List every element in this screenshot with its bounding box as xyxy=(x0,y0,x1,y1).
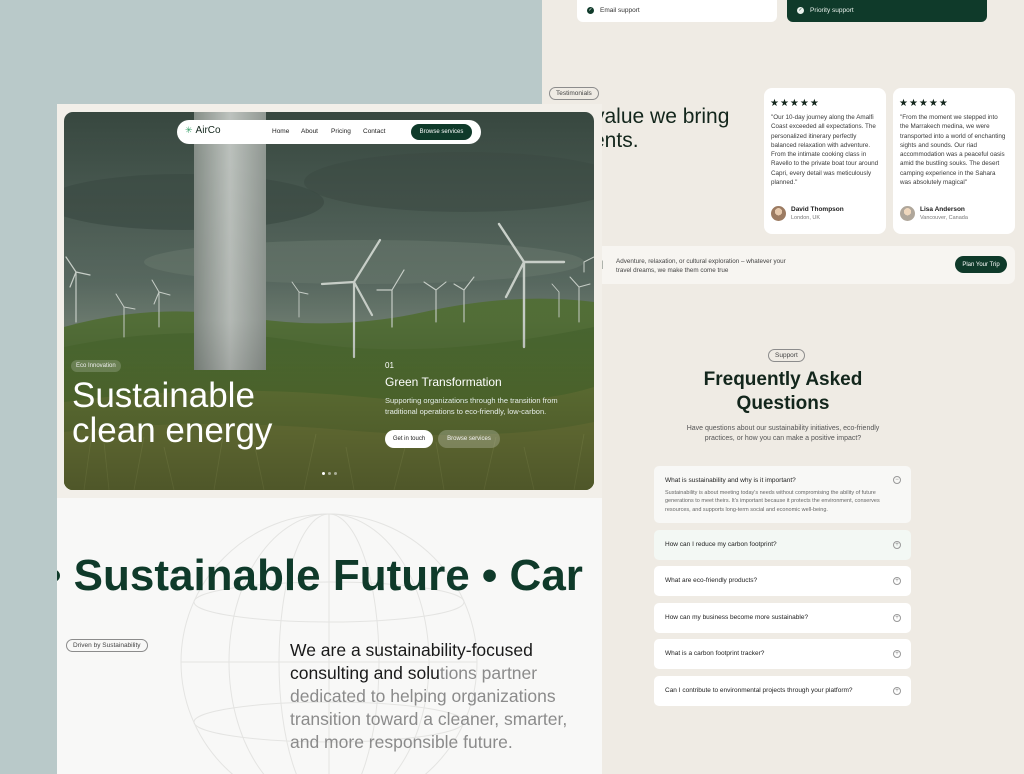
wind-logo-icon: ✳ xyxy=(185,125,193,135)
testimonial-author: David Thompson London, UK xyxy=(771,206,844,221)
faq-question: How can I reduce my carbon footprint? xyxy=(665,541,777,548)
testimonials-tag: Testimonials xyxy=(549,87,599,100)
avatar xyxy=(771,206,786,221)
carousel-dot[interactable] xyxy=(328,472,331,475)
plus-circle-icon[interactable]: + xyxy=(893,613,901,622)
faq-item[interactable]: How can my business become more sustaina… xyxy=(654,603,911,633)
nav-link-pricing[interactable]: Pricing xyxy=(331,128,351,135)
faq-question: What is sustainability and why is it imp… xyxy=(665,477,796,484)
author-name: David Thompson xyxy=(791,206,844,213)
hero-browse-services-button[interactable]: Browse services xyxy=(438,430,500,448)
browse-services-button[interactable]: Browse services xyxy=(411,124,472,140)
faq-answer: Sustainability is about meeting today's … xyxy=(665,490,880,513)
author-name: Lisa Anderson xyxy=(920,206,965,213)
avatar xyxy=(900,206,915,221)
faq-question: What is a carbon footprint tracker? xyxy=(665,650,765,657)
nav-link-contact[interactable]: Contact xyxy=(363,128,385,135)
hero-title: Sustainable clean energy xyxy=(72,376,273,450)
minus-circle-icon[interactable]: − xyxy=(893,476,901,484)
cta-text: Adventure, relaxation, or cultural explo… xyxy=(616,258,786,274)
plus-circle-icon[interactable]: + xyxy=(893,686,901,695)
driven-by-sustainability-tag: Driven by Sustainability xyxy=(66,639,148,652)
faq-question: How can my business become more sustaina… xyxy=(665,614,809,621)
faq-question: Can I contribute to environmental projec… xyxy=(665,687,853,694)
testimonial-author: Lisa Anderson Vancouver, Canada xyxy=(900,206,968,221)
plus-circle-icon[interactable]: + xyxy=(893,649,901,658)
carousel-dots xyxy=(322,472,337,475)
faq-question: What are eco-friendly products? xyxy=(665,577,758,584)
plan-your-trip-button[interactable]: Plan Your Trip xyxy=(955,256,1007,273)
author-location: London, UK xyxy=(791,215,821,221)
top-navbar: ✳ AirCo Home About Pricing Contact Brows… xyxy=(177,120,481,144)
marquee-text: • Sustainable Future • Car xyxy=(57,551,583,600)
hero-description: Supporting organizations through the tra… xyxy=(385,396,558,416)
faq-item-open[interactable]: What is sustainability and why is it imp… xyxy=(654,466,911,523)
support-tag: Support xyxy=(768,349,805,362)
about-section: • Sustainable Future • Car Driven by Sus… xyxy=(57,498,602,774)
pricing-card-basic: ✓ Email support xyxy=(577,0,777,22)
faq-item[interactable]: How can I reduce my carbon footprint? + xyxy=(654,530,911,560)
hero-badge: Eco Innovation xyxy=(71,360,121,372)
logo[interactable]: ✳ AirCo xyxy=(185,125,221,136)
carousel-dot[interactable] xyxy=(322,472,325,475)
hero-subtitle: Green Transformation xyxy=(385,375,502,389)
cta-bar: ı Adventure, relaxation, or cultural exp… xyxy=(589,246,1015,284)
faq-item[interactable]: What are eco-friendly products? + xyxy=(654,566,911,596)
carousel-dot[interactable] xyxy=(334,472,337,475)
faq-item[interactable]: What is a carbon footprint tracker? + xyxy=(654,639,911,669)
star-rating: ★★★★★ xyxy=(899,98,949,109)
testimonial-quote: "Our 10-day journey along the Amalfi Coa… xyxy=(771,114,879,187)
testimonial-card: ★★★★★ "From the moment we stepped into t… xyxy=(893,88,1015,234)
plus-circle-icon[interactable]: + xyxy=(893,576,901,585)
pricing-feature: Email support xyxy=(600,7,640,14)
author-location: Vancouver, Canada xyxy=(920,215,968,221)
check-icon: ✓ xyxy=(797,7,804,14)
logo-text: AirCo xyxy=(195,125,221,136)
check-icon: ✓ xyxy=(587,7,594,14)
testimonial-card: ★★★★★ "Our 10-day journey along the Amal… xyxy=(764,88,886,234)
pricing-card-premium: ✓ Priority support xyxy=(787,0,987,22)
star-rating: ★★★★★ xyxy=(770,98,820,109)
faq-subtitle: Have questions about our sustainability … xyxy=(686,425,880,442)
nav-link-home[interactable]: Home xyxy=(272,128,289,135)
plus-circle-icon[interactable]: + xyxy=(893,540,901,549)
slide-number: 01 xyxy=(385,361,394,370)
get-in-touch-button[interactable]: Get in touch xyxy=(385,430,433,448)
about-text: We are a sustainability-focused consulti… xyxy=(290,640,568,752)
faq-item[interactable]: Can I contribute to environmental projec… xyxy=(654,676,911,706)
testimonials-heading: value we bring ents. xyxy=(597,105,730,152)
testimonial-quote: "From the moment we stepped into the Mar… xyxy=(900,114,1006,187)
pricing-feature: Priority support xyxy=(810,7,854,14)
faq-title: Frequently Asked Questions xyxy=(703,369,863,414)
nav-link-about[interactable]: About xyxy=(301,128,318,135)
